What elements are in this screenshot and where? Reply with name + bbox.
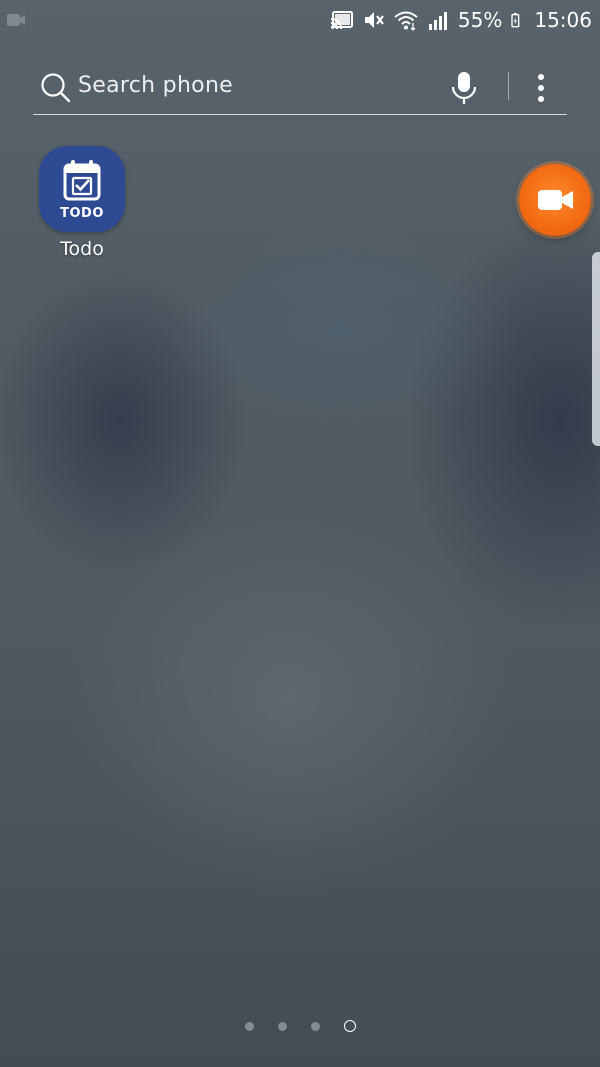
page-dot-1[interactable] [245,1022,254,1031]
mute-icon [364,12,384,28]
wifi-icon [394,11,418,31]
video-camera-icon [538,190,573,210]
more-vert-icon[interactable] [531,70,551,106]
status-icons: 55% 15:06 [330,8,592,32]
todo-app-tile[interactable]: TODO [39,146,125,232]
screen-recorder-notification-icon [7,14,25,26]
todo-icon-text: TODO [60,206,104,221]
cast-icon [330,11,353,30]
app-todo[interactable]: TODO Todo [33,142,131,272]
screen-recorder-button[interactable] [519,164,591,236]
search-icon [41,73,71,103]
battery-percentage: 55% [457,8,503,32]
mic-icon[interactable] [448,68,480,108]
battery-charging-icon [511,13,520,28]
search-input[interactable]: Search phone [78,73,233,98]
calendar-check-icon [63,160,101,201]
page-dot-3[interactable] [311,1022,320,1031]
edge-panel-handle[interactable] [592,252,600,446]
status-bar: 55% 15:06 [0,0,600,40]
page-indicator [0,1018,600,1036]
page-dot-4-current[interactable] [344,1020,356,1032]
signal-icon [428,12,447,30]
search-divider [508,72,509,100]
search-bar[interactable]: Search phone [33,62,567,115]
clock: 15:06 [534,8,592,32]
app-label: Todo [60,238,104,260]
page-dot-2[interactable] [278,1022,287,1031]
